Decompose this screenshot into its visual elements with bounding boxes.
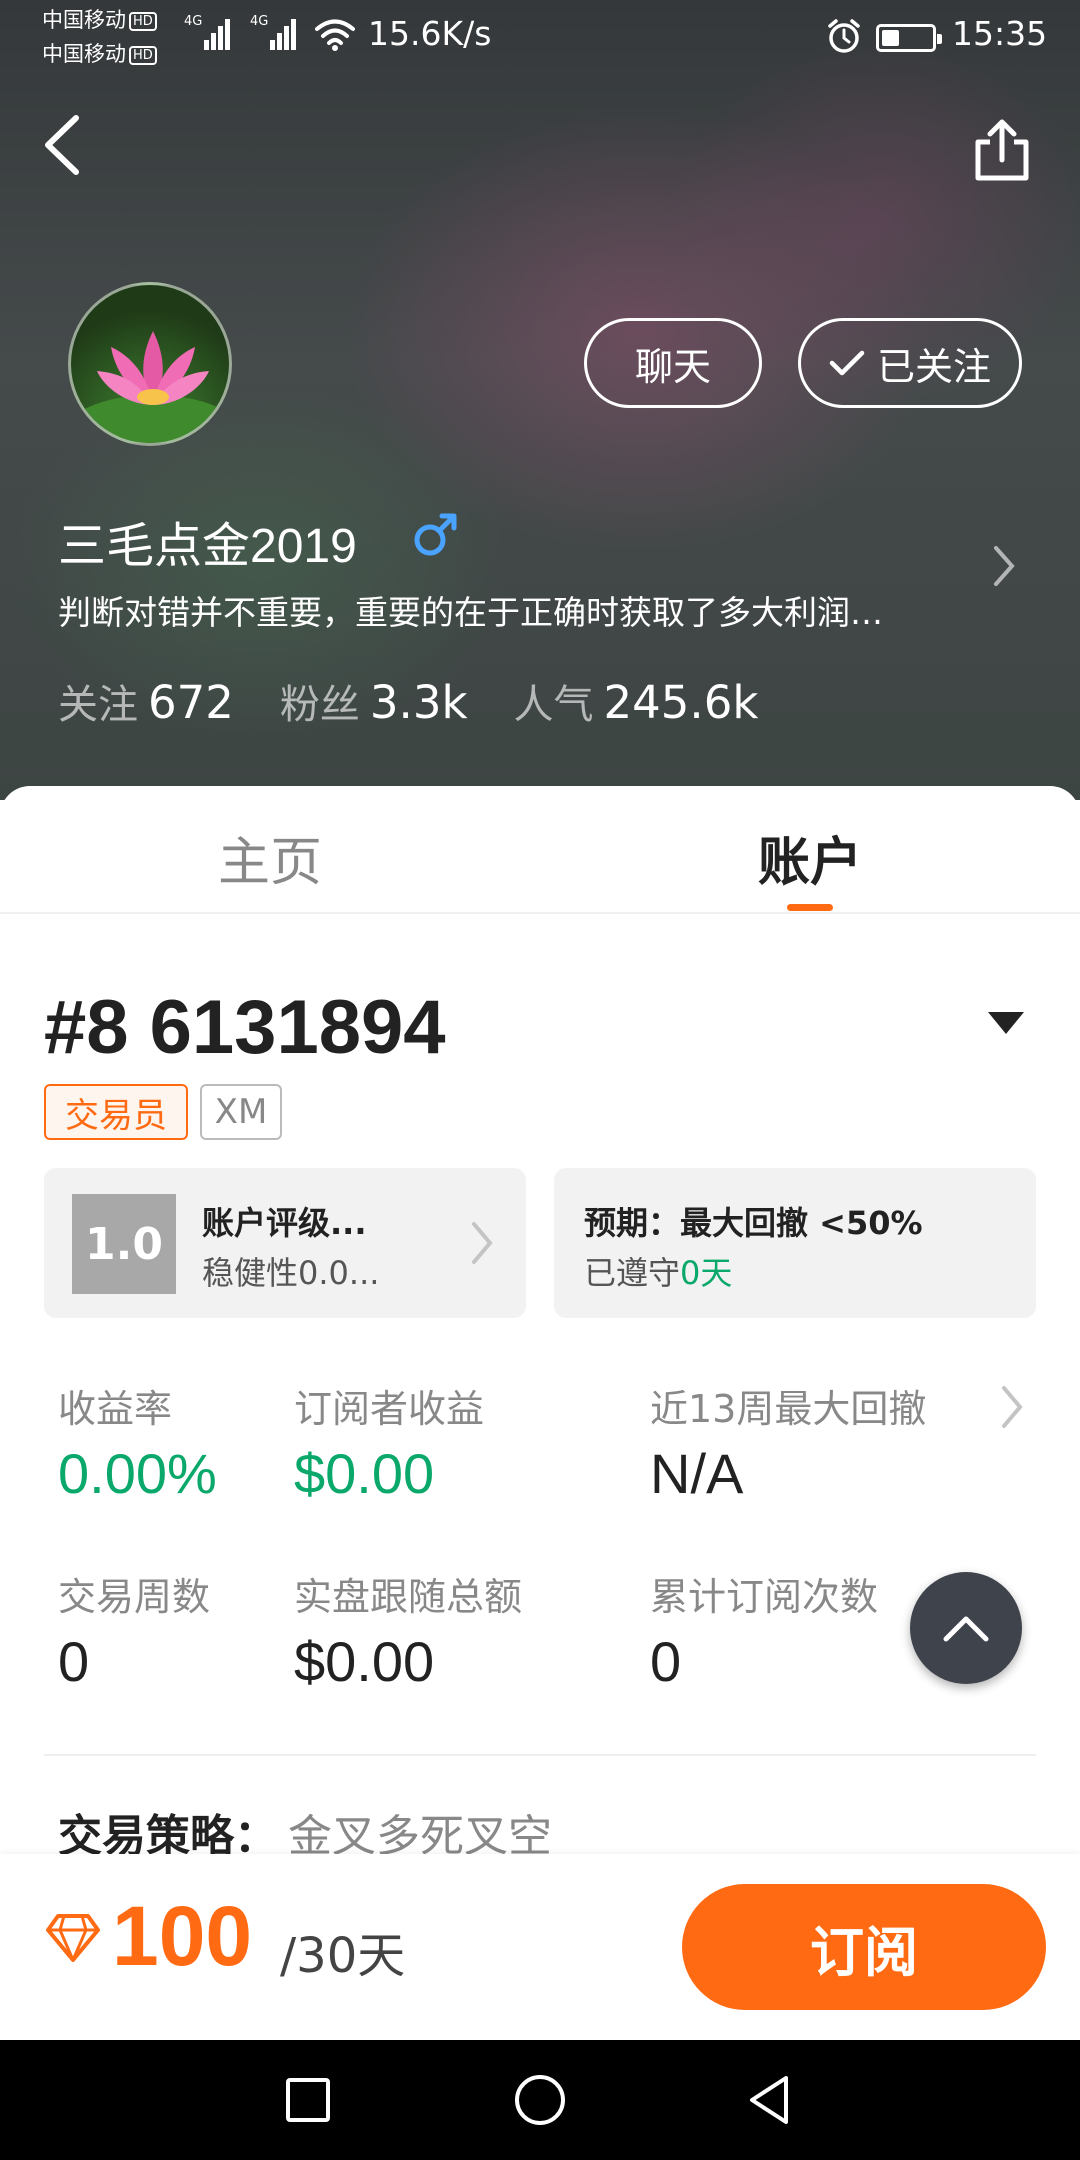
chat-button[interactable]: 聊天 bbox=[584, 318, 762, 408]
scroll-to-top-button[interactable] bbox=[910, 1572, 1022, 1684]
dropdown-triangle-icon[interactable] bbox=[986, 1008, 1026, 1038]
stat-followers[interactable]: 粉丝 3.3k bbox=[280, 672, 468, 730]
stat-label: 关注 bbox=[58, 682, 138, 728]
metric-trade-weeks: 交易周数 0 bbox=[58, 1575, 211, 1693]
alarm-icon bbox=[828, 19, 860, 53]
subscription-period: /30天 bbox=[280, 1928, 406, 1984]
tab-account[interactable]: 账户 bbox=[758, 820, 862, 895]
metric-max-drawdown: 近13周最大回撤 N/A bbox=[650, 1387, 927, 1505]
lotus-avatar-image bbox=[71, 331, 229, 443]
follow-button[interactable]: 已关注 bbox=[798, 318, 1022, 408]
metric-return-rate: 收益率 0.00% bbox=[58, 1387, 217, 1505]
metric-subscriber-profit: 订阅者收益 $0.00 bbox=[294, 1387, 485, 1505]
account-rating-card[interactable]: 1.0 账户评级... 稳健性0.0... bbox=[44, 1168, 526, 1318]
battery-icon bbox=[876, 24, 942, 52]
expectation-title: 预期：最大回撤 <50% bbox=[584, 1204, 923, 1242]
metric-follow-amount: 实盘跟随总额 $0.00 bbox=[294, 1575, 523, 1693]
wifi-icon bbox=[315, 19, 355, 51]
metric-subscription-count: 累计订阅次数 0 bbox=[650, 1575, 879, 1693]
network-type-2: 4G bbox=[250, 14, 269, 29]
stat-following[interactable]: 关注 672 bbox=[58, 672, 234, 730]
rating-title: 账户评级... bbox=[202, 1204, 367, 1242]
stat-value: 672 bbox=[148, 676, 234, 729]
tab-bar: 主页 账户 bbox=[0, 786, 1080, 914]
recents-square-icon[interactable] bbox=[278, 2070, 338, 2130]
subscription-price: 100 bbox=[112, 1889, 253, 1983]
clock: 15:35 bbox=[952, 14, 1048, 53]
subscribe-button[interactable]: 订阅 bbox=[682, 1884, 1046, 2010]
expectation-subtitle: 已遵守0天 bbox=[584, 1254, 733, 1292]
check-icon bbox=[829, 350, 865, 376]
status-bar: 中国移动 HD 中国移动 HD 4G 4G 15.6K/s 15:35 bbox=[0, 0, 1080, 76]
carrier-label-1: 中国移动 HD bbox=[42, 8, 157, 32]
divider bbox=[44, 1754, 1036, 1756]
back-arrow-icon[interactable] bbox=[38, 112, 90, 178]
subscribe-bar: 100 /30天 订阅 bbox=[0, 1854, 1080, 2040]
avatar[interactable] bbox=[68, 282, 232, 446]
stat-value: 245.6k bbox=[603, 676, 759, 729]
trader-tag: 交易员 bbox=[44, 1084, 188, 1140]
carrier-label-2: 中国移动 HD bbox=[42, 42, 157, 66]
back-triangle-icon[interactable] bbox=[740, 2070, 800, 2130]
chevron-right-icon[interactable] bbox=[998, 1382, 1028, 1432]
net-speed: 15.6K/s bbox=[368, 14, 492, 53]
profile-header: 中国移动 HD 中国移动 HD 4G 4G 15.6K/s 15:35 聊天 已… bbox=[0, 0, 1080, 800]
diamond-icon bbox=[46, 1914, 100, 1962]
share-icon[interactable] bbox=[970, 116, 1034, 184]
male-icon bbox=[414, 513, 457, 556]
signal-icon bbox=[204, 14, 236, 50]
bio: 判断对错并不重要，重要的在于正确时获取了多大利润… bbox=[58, 593, 883, 632]
broker-tag: XM bbox=[200, 1084, 282, 1140]
home-circle-icon[interactable] bbox=[510, 2070, 570, 2130]
rating-subtitle: 稳健性0.0... bbox=[202, 1254, 380, 1292]
system-nav-bar bbox=[0, 2040, 1080, 2160]
rating-score: 1.0 bbox=[72, 1194, 176, 1294]
stat-label: 人气 bbox=[513, 682, 594, 728]
chevron-right-icon[interactable] bbox=[988, 540, 1020, 592]
stat-value: 3.3k bbox=[369, 676, 468, 729]
chevron-right-icon bbox=[472, 1222, 493, 1264]
tab-home[interactable]: 主页 bbox=[218, 820, 322, 895]
chevron-up-icon bbox=[943, 1616, 989, 1642]
expectation-card: 预期：最大回撤 <50% 已遵守0天 bbox=[554, 1168, 1036, 1318]
profile-stats: 关注 672 粉丝 3.3k 人气 245.6k bbox=[58, 672, 804, 730]
signal-icon bbox=[270, 14, 302, 50]
username: 三毛点金2019 bbox=[58, 520, 357, 573]
stat-popularity: 人气 245.6k bbox=[514, 672, 759, 730]
account-number: #8 6131894 bbox=[44, 985, 446, 1070]
stat-label: 粉丝 bbox=[279, 682, 360, 728]
active-tab-indicator bbox=[787, 904, 833, 911]
network-type-1: 4G bbox=[184, 14, 203, 29]
